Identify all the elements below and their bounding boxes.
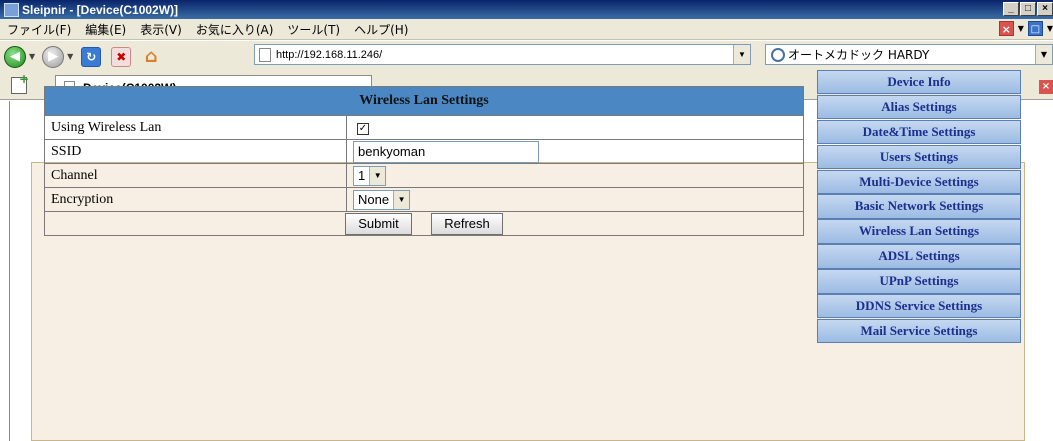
row-value: ✓	[346, 115, 804, 140]
encryption-value: None	[358, 192, 390, 207]
menu-view[interactable]: 表示(V)	[133, 21, 189, 38]
row-value: None ▼	[346, 187, 804, 212]
submit-button[interactable]: Submit	[345, 212, 412, 235]
menu-help[interactable]: ヘルプ(H)	[347, 21, 415, 38]
chevron-down-icon[interactable]: ▼	[393, 190, 410, 209]
close-button[interactable]: ×	[1037, 2, 1053, 16]
menu-item-device-info[interactable]: Device Info	[817, 70, 1021, 95]
reload-icon[interactable]: ↻	[81, 46, 102, 67]
stop-icon[interactable]: ✖	[111, 46, 132, 67]
table-row: Using Wireless Lan ✓	[44, 115, 804, 140]
menu-item-datetime-settings[interactable]: Date&Time Settings	[817, 119, 1021, 145]
address-bar[interactable]: http://192.168.11.246/ ▼	[254, 44, 751, 65]
menu-item-upnp-settings[interactable]: UPnP Settings	[817, 269, 1021, 294]
button-row: Submit Refresh	[44, 211, 804, 236]
menu-tools[interactable]: ツール(T)	[280, 21, 347, 38]
search-icon	[771, 47, 785, 62]
window-controls: _ □ ×	[1003, 2, 1053, 16]
chevron-down-icon[interactable]: ▼	[29, 52, 35, 61]
window-titlebar: Sleipnir - [Device(C1002W)] _ □ ×	[0, 0, 1053, 19]
row-value: 1 ▼	[346, 163, 804, 188]
menu-item-basic-network-settings[interactable]: Basic Network Settings	[817, 194, 1021, 219]
chevron-down-icon[interactable]: ▼	[733, 45, 750, 64]
menu-bar: ファイル(F) 編集(E) 表示(V) お気に入り(A) ツール(T) ヘルプ(…	[0, 19, 1053, 40]
address-text[interactable]: http://192.168.11.246/	[276, 49, 382, 61]
page-icon	[259, 47, 271, 62]
table-row: Channel 1 ▼	[44, 163, 804, 188]
encryption-select[interactable]: None ▼	[353, 189, 411, 210]
menu-item-wireless-lan-settings[interactable]: Wireless Lan Settings	[817, 219, 1021, 244]
close-icon[interactable]: ×	[1039, 80, 1053, 94]
back-icon[interactable]: ◀	[4, 45, 26, 68]
menu-item-multi-device-settings[interactable]: Multi-Device Settings	[817, 169, 1021, 194]
chevron-down-icon[interactable]: ▼	[1018, 24, 1024, 33]
row-value	[346, 139, 804, 164]
close-tab-icon[interactable]: ×	[998, 21, 1014, 36]
menu-item-mail-settings[interactable]: Mail Service Settings	[817, 318, 1021, 344]
row-label: Channel	[44, 163, 347, 188]
window-title: Sleipnir - [Device(C1002W)]	[22, 2, 179, 17]
refresh-button[interactable]: Refresh	[431, 212, 503, 235]
nav-toolbar: ◀ ▼ ▶ ▼ ↻ ✖ ⌂ http://192.168.11.246/ ▼ オ…	[0, 41, 1053, 72]
forward-icon[interactable]: ▶	[42, 45, 65, 68]
channel-select[interactable]: 1 ▼	[353, 165, 387, 186]
menu-item-alias-settings[interactable]: Alias Settings	[817, 94, 1021, 120]
menu-edit[interactable]: 編集(E)	[78, 21, 133, 38]
search-input[interactable]: オートメカドック HARDY ▼	[765, 44, 1053, 65]
table-row: Encryption None ▼	[44, 187, 804, 212]
chevron-down-icon[interactable]: ▼	[369, 166, 386, 185]
search-text[interactable]: オートメカドック HARDY	[788, 46, 929, 63]
chevron-down-icon[interactable]: ▼	[1047, 24, 1053, 33]
table-row: SSID	[44, 139, 804, 164]
maximize-button[interactable]: □	[1020, 2, 1036, 16]
row-label: SSID	[44, 139, 347, 164]
channel-value: 1	[358, 168, 366, 183]
menu-item-adsl-settings[interactable]: ADSL Settings	[817, 244, 1021, 269]
app-icon	[4, 2, 19, 17]
restore-icon[interactable]: □	[1027, 21, 1043, 36]
wireless-settings-table: Wireless Lan Settings Using Wireless Lan…	[44, 86, 804, 236]
home-icon[interactable]: ⌂	[141, 46, 161, 67]
sidebar-edge	[0, 101, 10, 441]
menu-file[interactable]: ファイル(F)	[0, 21, 78, 38]
menu-item-ddns-settings[interactable]: DDNS Service Settings	[817, 294, 1021, 319]
minimize-button[interactable]: _	[1003, 2, 1019, 16]
row-label: Using Wireless Lan	[44, 115, 347, 140]
menu-item-users-settings[interactable]: Users Settings	[817, 144, 1021, 170]
wireless-enabled-checkbox[interactable]: ✓	[357, 122, 369, 135]
row-label: Encryption	[44, 187, 347, 212]
chevron-down-icon[interactable]: ▼	[67, 52, 73, 61]
new-tab-icon[interactable]	[11, 72, 29, 94]
menu-favorites[interactable]: お気に入り(A)	[189, 21, 281, 38]
settings-menu: Device Info Alias Settings Date&Time Set…	[817, 70, 1021, 344]
table-header: Wireless Lan Settings	[44, 86, 804, 116]
ssid-input[interactable]	[353, 140, 539, 163]
chevron-down-icon[interactable]: ▼	[1035, 45, 1052, 64]
